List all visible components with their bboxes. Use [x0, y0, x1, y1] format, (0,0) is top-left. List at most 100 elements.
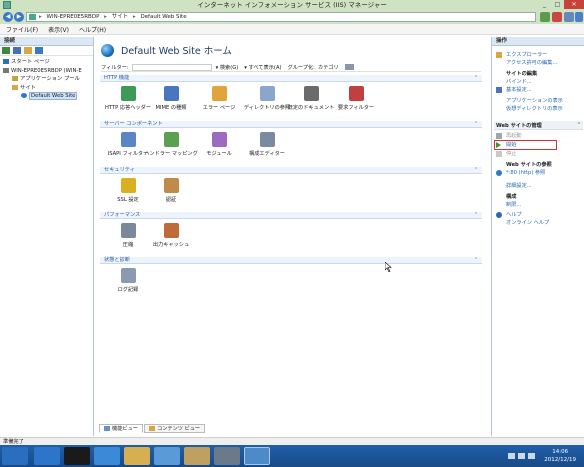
collapse-caret-icon[interactable]: ⌃	[577, 122, 581, 128]
group-header[interactable]: パフォーマンス ⌃	[100, 212, 482, 219]
action-help[interactable]: ヘルプ	[506, 211, 522, 218]
internet-explorer-icon[interactable]	[94, 447, 120, 465]
mouse-cursor-icon	[385, 262, 392, 272]
iis-manager-taskbar-icon[interactable]	[244, 447, 270, 465]
actions-panel: 操作 エクスプローラー アクセス許可の編集... サイトの編集 バインド... …	[491, 37, 584, 436]
tray-arrow-icon[interactable]	[508, 453, 515, 459]
action-limits[interactable]: 制限...	[506, 201, 521, 208]
connections-tree: スタート ページ WIN-EPRE0E5RBDP (WIN-E アプリケーション…	[0, 56, 93, 101]
maximize-button[interactable]: □	[551, 0, 564, 9]
feature-authentication[interactable]: 認証	[143, 178, 199, 203]
breadcrumb-separator-icon: ▸	[132, 14, 136, 20]
refresh-icon[interactable]	[540, 12, 550, 22]
home-icon[interactable]	[564, 12, 574, 22]
tree-item-app-pools[interactable]: アプリケーション プール	[0, 75, 93, 84]
compression-icon	[120, 223, 136, 238]
feature-label: ログ記録	[117, 287, 139, 293]
group-header[interactable]: HTTP 機能 ⌃	[100, 75, 482, 82]
command-prompt-icon[interactable]	[64, 447, 90, 465]
control-panel-icon[interactable]	[154, 447, 180, 465]
group-title: HTTP 機能	[104, 75, 130, 81]
feature-configuration-editor[interactable]: 構成エディター	[239, 132, 295, 157]
collapse-caret-icon[interactable]: ⌃	[474, 75, 478, 82]
window-controls: _ □ ✕	[538, 0, 584, 10]
collapse-caret-icon[interactable]: ⌃	[474, 121, 478, 128]
action-stop[interactable]: 停止	[506, 150, 516, 157]
group-header[interactable]: 状態と診断 ⌃	[100, 257, 482, 264]
clock[interactable]: 14:06 2012/12/19	[544, 448, 576, 464]
tab-label: 機能ビュー	[112, 426, 138, 432]
breadcrumb-sites[interactable]: サイト	[112, 14, 129, 20]
file-explorer-icon[interactable]	[124, 447, 150, 465]
isapi-filters-icon	[120, 132, 136, 147]
start-icon	[496, 142, 501, 148]
tree-item-server[interactable]: WIN-EPRE0E5RBDP (WIN-E	[0, 67, 93, 76]
clock-time: 14:06	[552, 449, 569, 455]
address-bar: ◀ ▶ ▸ WIN-EPRE0E5RBDP ▸ サイト ▸ Default We…	[0, 10, 584, 24]
collapse-caret-icon[interactable]: ⌃	[474, 212, 478, 219]
feature-output-caching[interactable]: 出力キャッシュ	[143, 223, 199, 248]
help-icon	[496, 212, 502, 218]
modules-icon	[211, 132, 227, 147]
connect-icon[interactable]	[2, 47, 10, 54]
tree-item-default-web-site[interactable]: Default Web Site	[0, 92, 93, 101]
action-restart[interactable]: 再起動	[506, 132, 522, 139]
tab-content-view[interactable]: コンテンツ ビュー	[143, 424, 206, 433]
group-by-select[interactable]: カテゴリ	[318, 64, 339, 71]
collapse-caret-icon[interactable]: ⌃	[474, 167, 478, 174]
feature-request-filtering[interactable]: 要求フィルター	[328, 86, 384, 111]
network-icon[interactable]	[518, 453, 525, 459]
search-button[interactable]: ▾ 検索(G)	[216, 64, 239, 71]
site-edit-header: サイトの編集	[506, 71, 538, 77]
action-start[interactable]: 開始	[506, 141, 516, 148]
iis-app-icon	[3, 1, 11, 9]
action-basic-settings[interactable]: 基本設定...	[506, 86, 532, 93]
action-view-virtual-directories[interactable]: 仮想ディレクトリの表示	[506, 105, 563, 112]
menu-help[interactable]: ヘルプ(H)	[79, 25, 106, 34]
start-button[interactable]	[2, 447, 28, 465]
help-icon[interactable]	[575, 12, 583, 22]
volume-icon[interactable]	[528, 453, 535, 459]
action-explore[interactable]: エクスプローラー	[506, 51, 547, 58]
tree-item-label: Default Web Site	[29, 92, 78, 100]
menu-view[interactable]: 表示(V)	[48, 25, 69, 34]
breadcrumb[interactable]: ▸ WIN-EPRE0E5RBDP ▸ サイト ▸ Default Web Si…	[26, 12, 536, 22]
connections-toolbar	[0, 46, 93, 56]
title-bar: インターネット インフォメーション サービス (IIS) マネージャー _ □ …	[0, 0, 584, 10]
breadcrumb-server[interactable]: WIN-EPRE0E5RBDP	[47, 14, 100, 20]
group-header[interactable]: サーバー コンポーネント ⌃	[100, 121, 482, 128]
manage-website-title: Web サイトの管理	[496, 123, 542, 129]
action-advanced-settings[interactable]: 詳細設定...	[506, 182, 532, 189]
view-mode-icon[interactable]	[344, 64, 354, 70]
show-all-button[interactable]: ▾ すべて表示(A)	[244, 64, 281, 71]
tree-item-start-page[interactable]: スタート ページ	[0, 58, 93, 67]
collapse-caret-icon[interactable]: ⌃	[474, 257, 478, 264]
mime-types-icon	[163, 86, 179, 101]
documents-icon[interactable]	[184, 447, 210, 465]
stop-icon[interactable]	[552, 12, 562, 22]
connect-to-server-icon[interactable]	[35, 47, 43, 54]
menu-file[interactable]: ファイル(F)	[6, 25, 38, 34]
group-header[interactable]: セキュリティ ⌃	[100, 167, 482, 174]
close-button[interactable]: ✕	[564, 0, 584, 9]
action-online-help[interactable]: オンライン ヘルプ	[506, 219, 549, 226]
manage-website-header[interactable]: Web サイトの管理 ⌃	[494, 121, 583, 130]
feature-logging[interactable]: ログ記録	[100, 268, 156, 293]
minimize-button[interactable]: _	[538, 0, 551, 9]
save-icon[interactable]	[13, 47, 21, 54]
breadcrumb-site[interactable]: Default Web Site	[140, 14, 186, 20]
action-edit-permissions[interactable]: アクセス許可の編集...	[506, 59, 557, 66]
filter-bar: フィルター: ▾ 検索(G) ▾ すべて表示(A) グループ化: カテゴリ	[101, 63, 481, 72]
features-view-icon	[104, 426, 110, 431]
settings-icon[interactable]	[214, 447, 240, 465]
action-view-applications[interactable]: アプリケーションの表示	[506, 97, 563, 104]
up-folder-icon[interactable]	[24, 47, 32, 54]
tab-features-view[interactable]: 機能ビュー	[99, 424, 143, 433]
action-bindings[interactable]: バインド...	[506, 78, 532, 85]
filter-input[interactable]	[131, 63, 212, 71]
server-manager-icon[interactable]	[34, 447, 60, 465]
tree-item-sites[interactable]: サイト	[0, 84, 93, 93]
back-arrow-icon[interactable]: ◀	[3, 12, 13, 22]
forward-arrow-icon[interactable]: ▶	[14, 12, 24, 22]
action-browse-port-80[interactable]: *:80 (http) 参照	[506, 169, 545, 176]
